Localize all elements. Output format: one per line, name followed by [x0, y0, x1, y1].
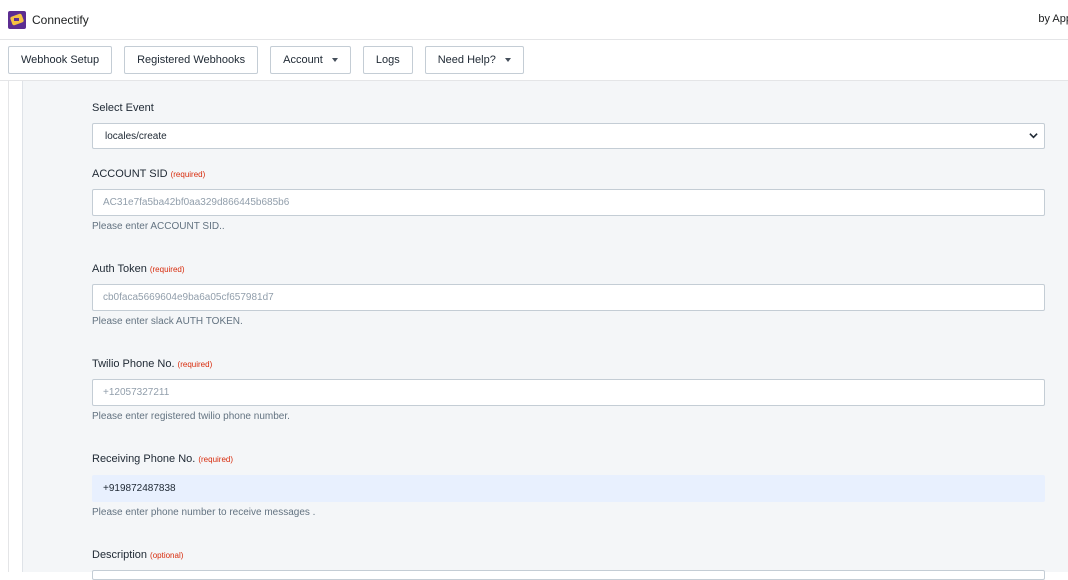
required-badge: (required): [170, 170, 206, 179]
webhook-setup-label: Webhook Setup: [21, 54, 100, 66]
auth-token-input[interactable]: cb0faca5669604e9ba6a05cf657981d7: [92, 284, 1045, 311]
by-vendor-link[interactable]: by App: [1038, 13, 1068, 25]
required-badge: (required): [149, 265, 185, 274]
need-help-label: Need Help?: [437, 54, 496, 66]
auth-token-label: Auth Token (required): [92, 263, 185, 275]
twilio-phone-input[interactable]: +12057327211: [92, 379, 1045, 406]
receiving-phone-help: Please enter phone number to receive mes…: [92, 507, 316, 518]
main-content: Select Event locales/create ACCOUNT SID(…: [0, 81, 1068, 580]
twilio-phone-label: Twilio Phone No. (required): [92, 358, 213, 370]
auth-token-placeholder: cb0faca5669604e9ba6a05cf657981d7: [103, 292, 274, 303]
app-header: Connectify by App: [0, 0, 1068, 40]
registered-webhooks-label: Registered Webhooks: [137, 54, 246, 66]
left-rail: [0, 81, 23, 572]
account-sid-input[interactable]: AC31e7fa5ba42bf0aa329d866445b685b6: [92, 189, 1045, 216]
twilio-phone-placeholder: +12057327211: [103, 387, 170, 398]
optional-badge: (optional): [150, 551, 184, 560]
account-dropdown-button[interactable]: Account: [270, 46, 351, 74]
receiving-phone-value: +919872487838: [103, 483, 176, 494]
required-badge: (required): [177, 360, 213, 369]
need-help-dropdown-button[interactable]: Need Help?: [424, 46, 524, 74]
caret-down-icon: [504, 58, 511, 62]
receiving-phone-label: Receiving Phone No. (required): [92, 453, 234, 465]
receiving-phone-input[interactable]: +919872487838: [92, 475, 1045, 502]
caret-down-icon: [331, 58, 338, 62]
twilio-phone-help: Please enter registered twilio phone num…: [92, 411, 290, 422]
required-badge: (required): [198, 455, 234, 464]
registered-webhooks-button[interactable]: Registered Webhooks: [124, 46, 259, 74]
select-event-label: Select Event: [92, 102, 154, 114]
app-title: Connectify: [32, 12, 89, 27]
logs-label: Logs: [375, 54, 400, 66]
account-label: Account: [283, 54, 323, 66]
app-logo-icon: [8, 10, 26, 29]
event-select-value: locales/create: [105, 130, 167, 142]
description-label: Description (optional): [92, 549, 184, 561]
account-sid-label: ACCOUNT SID (required): [92, 168, 206, 180]
nav-toolbar: Webhook Setup Registered Webhooks Accoun…: [0, 40, 1068, 81]
auth-token-help: Please enter slack AUTH TOKEN.: [92, 316, 243, 327]
event-select[interactable]: locales/create: [92, 123, 1045, 149]
account-sid-help: Please enter ACCOUNT SID..: [92, 221, 225, 232]
chevron-down-icon: [1029, 133, 1038, 139]
webhook-setup-button[interactable]: Webhook Setup: [8, 46, 113, 74]
account-sid-placeholder: AC31e7fa5ba42bf0aa329d866445b685b6: [103, 197, 290, 208]
logs-button[interactable]: Logs: [362, 46, 413, 74]
